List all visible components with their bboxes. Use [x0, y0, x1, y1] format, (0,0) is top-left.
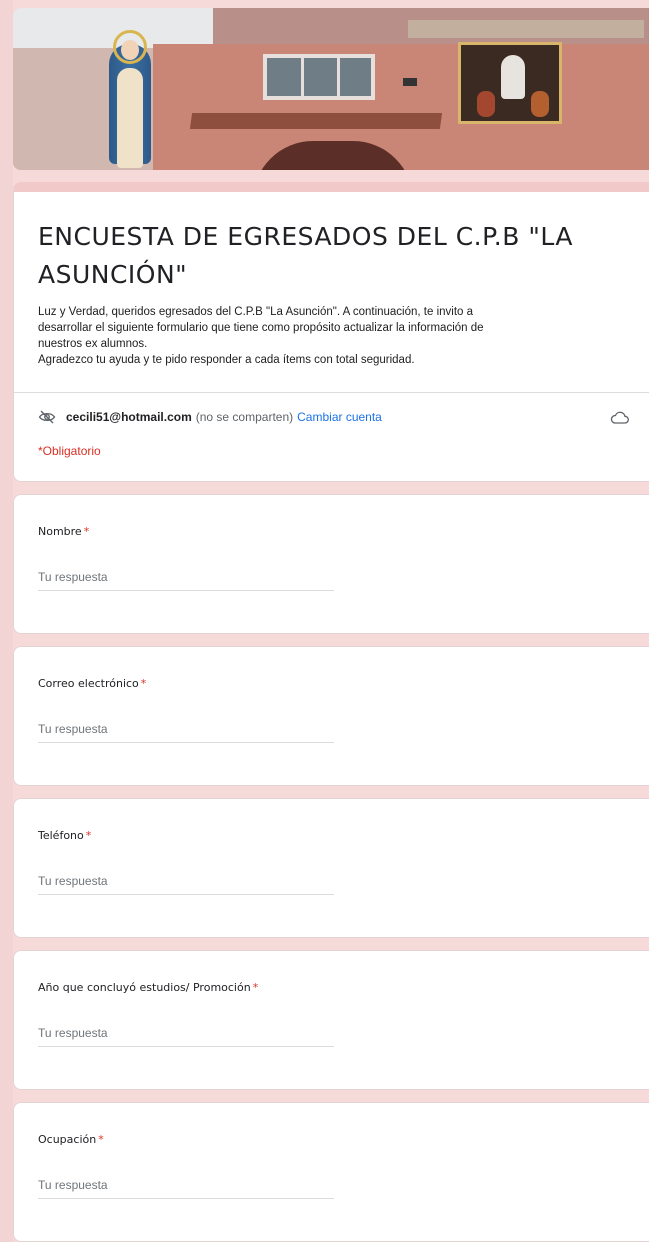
question-card-correo: Correo electrónico *	[13, 646, 649, 786]
required-asterisk: *	[140, 677, 147, 690]
form-description: Luz y Verdad, queridos egresados del C.P…	[14, 294, 649, 368]
banner-statue-robe	[117, 68, 143, 168]
banner-window-bar	[337, 58, 340, 96]
form-description-line: desarrollar el siguiente formulario que …	[38, 322, 484, 334]
required-asterisk: *	[83, 525, 90, 538]
cloud-icon	[610, 411, 629, 424]
form-page: ENCUESTA DE EGRESADOS DEL C.P.B "LA ASUN…	[0, 0, 649, 1242]
question-label-text: Teléfono	[38, 829, 84, 842]
ocupacion-input[interactable]	[38, 1178, 334, 1199]
form-description-line: Agradezco tu ayuda y te pido responder a…	[38, 354, 415, 366]
question-label: Ocupación *	[38, 1133, 625, 1146]
banner-roof	[189, 113, 443, 129]
promocion-input[interactable]	[38, 1026, 334, 1047]
banner-window-bar	[301, 58, 304, 96]
question-card-promocion: Año que concluyó estudios/ Promoción *	[13, 950, 649, 1090]
question-card-telefono: Teléfono *	[13, 798, 649, 938]
switch-account-link[interactable]: Cambiar cuenta	[297, 410, 382, 424]
form-header-card: ENCUESTA DE EGRESADOS DEL C.P.B "LA ASUN…	[13, 182, 649, 482]
painting-figure	[477, 91, 495, 117]
question-label-text: Ocupación	[38, 1133, 97, 1146]
banner-sign	[408, 20, 644, 38]
question-label: Teléfono *	[38, 829, 625, 842]
required-asterisk: *	[252, 981, 259, 994]
eye-off-icon	[38, 410, 56, 423]
account-email: cecili51@hotmail.com	[66, 409, 192, 424]
telefono-input[interactable]	[38, 874, 334, 895]
painting-figure	[501, 55, 525, 99]
question-label-text: Correo electrónico	[38, 677, 139, 690]
painting-figure	[531, 91, 549, 117]
question-card-ocupacion: Ocupación *	[13, 1102, 649, 1242]
banner-wall	[153, 44, 649, 170]
banner-window	[263, 54, 375, 100]
form-description-line: Luz y Verdad, queridos egresados del C.P…	[38, 306, 474, 318]
left-strip	[0, 0, 13, 1242]
correo-input[interactable]	[38, 722, 334, 743]
banner-statue-halo	[113, 30, 147, 64]
required-asterisk: *	[85, 829, 92, 842]
banner-lamp	[403, 78, 417, 86]
question-label-text: Año que concluyó estudios/ Promoción	[38, 981, 251, 994]
form-description-line: nuestros ex alumnos.	[38, 338, 148, 350]
required-asterisk: *	[98, 1133, 104, 1146]
question-card-nombre: Nombre *	[13, 494, 649, 634]
header-banner-image	[13, 8, 649, 170]
account-row: cecili51@hotmail.com (no se comparten) C…	[14, 392, 649, 426]
question-label: Año que concluyó estudios/ Promoción *	[38, 981, 625, 994]
required-note: *Obligatorio	[38, 444, 101, 458]
question-label: Nombre *	[38, 525, 625, 538]
question-label: Correo electrónico *	[38, 677, 625, 690]
form-title: ENCUESTA DE EGRESADOS DEL C.P.B "LA ASUN…	[38, 222, 573, 289]
nombre-input[interactable]	[38, 570, 334, 591]
question-label-text: Nombre	[38, 525, 82, 538]
privacy-note: (no se comparten)	[195, 409, 294, 424]
banner-painting	[458, 42, 562, 124]
